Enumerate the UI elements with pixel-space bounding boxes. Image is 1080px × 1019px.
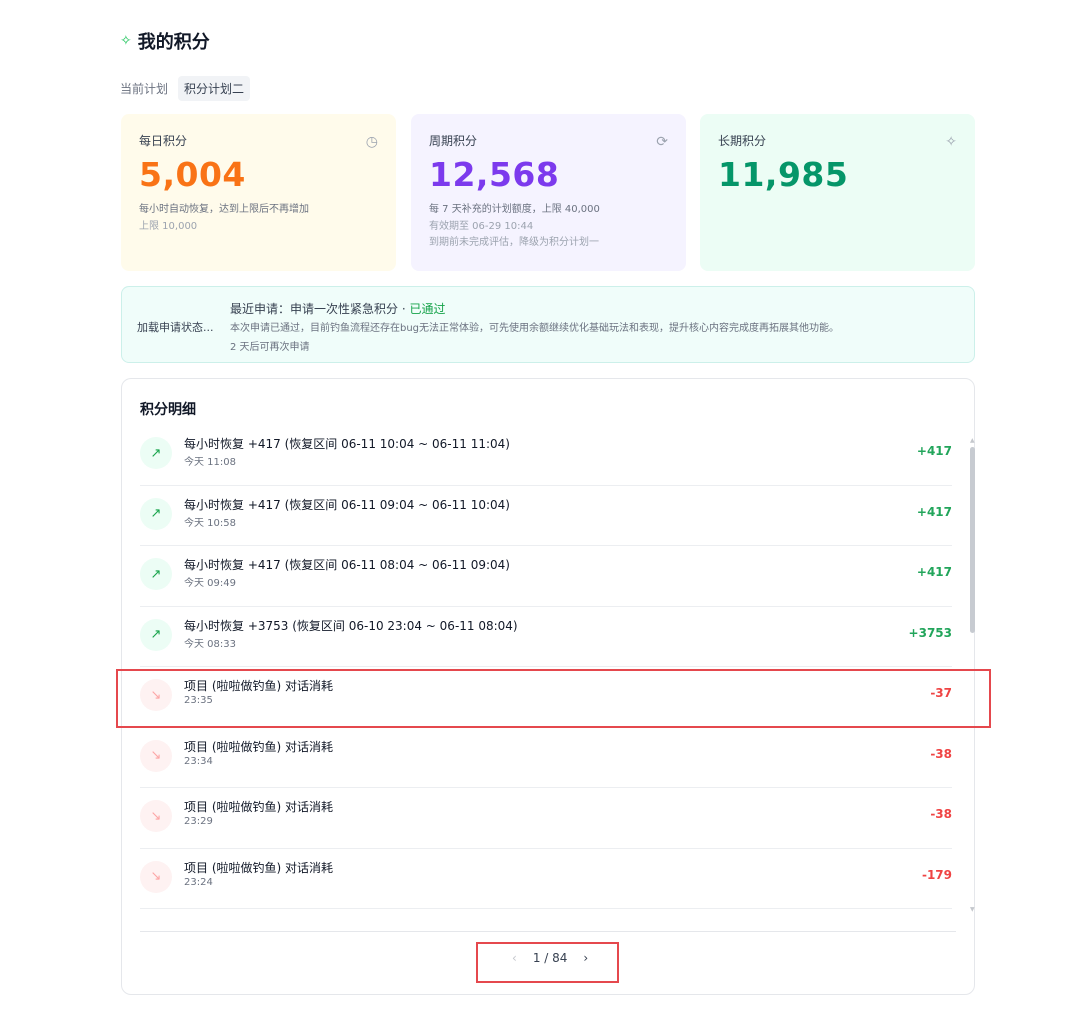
list-item-time: 今天 10:58	[184, 517, 236, 529]
list-item-amount: -37	[930, 686, 952, 700]
daily-points-limit: 上限 10,000	[139, 221, 198, 232]
daily-points-desc: 每小时自动恢复，达到上限后不再增加	[139, 204, 309, 215]
list-item-amount: +417	[916, 444, 952, 458]
list-item-time: 今天 08:33	[184, 638, 236, 650]
page-title: 我的积分	[137, 32, 210, 53]
period-points-expiry: 有效期至 06-29 10:44	[429, 221, 534, 232]
period-points-value: 12,568	[429, 155, 560, 194]
points-detail-title: 积分明细	[140, 402, 196, 418]
list-item-title: 每小时恢复 +3753 (恢复区间 06-10 23:04 ~ 06-11 08…	[184, 618, 518, 633]
approved-status: 已通过	[409, 302, 446, 316]
period-points-downgrade: 到期前未完成评估，降级为积分计划一	[429, 236, 599, 248]
points-detail-list[interactable]: ↗ 每小时恢复 +417 (恢复区间 06-11 10:04 ~ 06-11 11…	[140, 425, 952, 909]
list-item-amount: +417	[916, 565, 952, 579]
period-points-label: 周期积分	[429, 134, 478, 148]
trend-down-icon: ↘	[140, 739, 172, 772]
plan-label: 当前计划	[120, 82, 169, 96]
list-item-title: 项目 (啦啦做钓鱼) 对话消耗	[184, 860, 333, 875]
list-item-time: 今天 11:08	[184, 457, 236, 468]
list-item-amount: +417	[916, 504, 952, 519]
page-indicator: 1 / 84	[532, 951, 568, 965]
trend-up-icon: ↗	[140, 437, 172, 469]
list-item-time: 23:34	[184, 755, 213, 767]
clock-icon: ◷	[365, 134, 378, 150]
next-page-button[interactable]: ›	[583, 951, 588, 965]
list-item: ↘ 项目 (啦啦做钓鱼) 对话消耗 23:34 -38	[140, 728, 952, 788]
long-term-points-card: 长期积分 ✧ 11,985	[700, 114, 975, 271]
list-item-time: 23:24	[184, 876, 213, 888]
application-status-loading: 加载申请状态...	[137, 321, 214, 334]
list-scrollbar[interactable]: ▲ ▼	[970, 437, 976, 913]
list-item-time: 今天 09:49	[184, 578, 236, 589]
list-item-amount: +3753	[908, 625, 952, 640]
list-item-title: 每小时恢复 +417 (恢复区间 06-11 10:04 ~ 06-11 11:…	[184, 437, 510, 451]
reapply-hint: 2 天后可再次申请	[230, 342, 310, 353]
list-item-amount: -38	[930, 807, 952, 821]
long-term-points-label: 长期积分	[718, 134, 767, 148]
scrollbar-thumb[interactable]	[970, 447, 975, 633]
list-item-title: 每小时恢复 +417 (恢复区间 06-11 08:04 ~ 06-11 09:…	[184, 558, 510, 572]
application-message: 本次申请已通过，目前钓鱼流程还存在bug无法正常体验，可先使用余额继续优化基础玩…	[230, 323, 840, 334]
prev-page-button[interactable]: ‹	[512, 951, 517, 965]
period-points-card: 周期积分 ⟳ 12,568 每 7 天补充的计划额度，上限 40,000 有效期…	[411, 114, 686, 271]
scroll-down-icon[interactable]: ▼	[970, 906, 975, 913]
list-item-time: 23:35	[184, 695, 213, 706]
list-item: ↘ 项目 (啦啦做钓鱼) 对话消耗 23:24 -179	[140, 849, 952, 909]
trend-up-icon: ↗	[140, 558, 172, 590]
daily-points-card: 每日积分 ◷ 5,004 每小时自动恢复，达到上限后不再增加 上限 10,000	[121, 114, 396, 271]
list-item: ↗ 每小时恢复 +3753 (恢复区间 06-10 23:04 ~ 06-11 0…	[140, 607, 952, 667]
list-item-title: 每小时恢复 +417 (恢复区间 06-11 09:04 ~ 06-11 10:…	[184, 497, 510, 512]
long-term-points-value: 11,985	[718, 155, 849, 194]
points-detail-panel: 积分明细 ↗ 每小时恢复 +417 (恢复区间 06-11 10:04 ~ 06-…	[121, 378, 975, 995]
list-item-title: 项目 (啦啦做钓鱼) 对话消耗	[184, 679, 333, 693]
period-points-desc: 每 7 天补充的计划额度，上限 40,000	[429, 204, 600, 215]
sparkle-icon: ✧	[120, 33, 132, 49]
divider	[140, 931, 956, 932]
list-item: ↘ 项目 (啦啦做钓鱼) 对话消耗 23:29 -38	[140, 788, 952, 849]
plan-tag: 积分计划二	[178, 76, 251, 101]
trend-down-icon: ↘	[140, 679, 172, 711]
list-item: ↗ 每小时恢复 +417 (恢复区间 06-11 09:04 ~ 06-11 10…	[140, 486, 952, 546]
daily-points-value: 5,004	[139, 155, 246, 194]
list-item-amount: -38	[930, 746, 952, 761]
daily-points-label: 每日积分	[139, 134, 188, 148]
trend-down-icon: ↘	[140, 860, 172, 893]
trend-up-icon: ↗	[140, 618, 172, 651]
recent-application: 最近申请：申请一次性紧急积分 · 已通过	[230, 302, 446, 316]
pagination: ‹ 1 / 84 ›	[512, 951, 588, 965]
list-item-time: 23:29	[184, 816, 213, 827]
refresh-icon: ⟳	[656, 134, 668, 150]
sparkle-icon: ✧	[945, 134, 957, 150]
page-header: ✧ 我的积分	[120, 28, 210, 54]
list-item: ↘ 项目 (啦啦做钓鱼) 对话消耗 23:35 -37	[140, 667, 952, 728]
current-plan: 当前计划 积分计划二	[120, 76, 251, 101]
scroll-up-icon[interactable]: ▲	[970, 437, 975, 444]
list-item-title: 项目 (啦啦做钓鱼) 对话消耗	[184, 739, 333, 754]
trend-down-icon: ↘	[140, 800, 172, 832]
list-item: ↗ 每小时恢复 +417 (恢复区间 06-11 08:04 ~ 06-11 09…	[140, 546, 952, 607]
application-notice: 加载申请状态... 最近申请：申请一次性紧急积分 · 已通过 本次申请已通过，目…	[121, 286, 975, 363]
list-item: ↗ 每小时恢复 +417 (恢复区间 06-11 10:04 ~ 06-11 11…	[140, 425, 952, 486]
list-item-amount: -179	[921, 867, 952, 882]
list-item-title: 项目 (啦啦做钓鱼) 对话消耗	[184, 800, 333, 814]
trend-up-icon: ↗	[140, 497, 172, 530]
